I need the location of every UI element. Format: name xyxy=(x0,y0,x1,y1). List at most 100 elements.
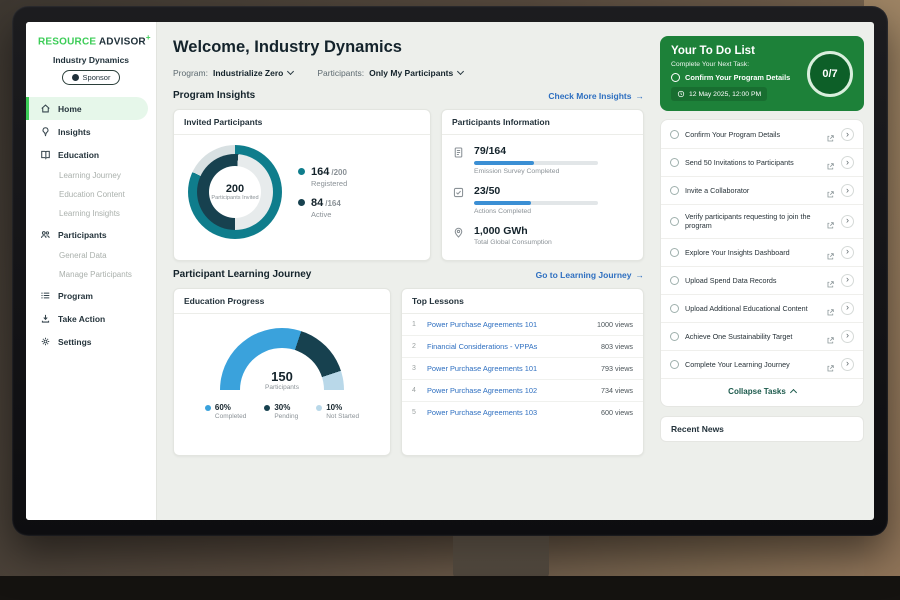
sidebar-item-program[interactable]: Program xyxy=(26,284,156,307)
donut-center-label: Participants Invited xyxy=(211,195,258,202)
chevron-right-icon[interactable]: › xyxy=(841,184,854,197)
lesson-title-link[interactable]: Power Purchase Agreements 101 xyxy=(427,364,593,373)
sidebar-item-take-action[interactable]: Take Action xyxy=(26,307,156,330)
external-link-icon xyxy=(826,130,835,139)
task-row-upload-spend-data[interactable]: Upload Spend Data Records › xyxy=(661,267,863,295)
external-link-icon xyxy=(826,276,835,285)
program-filter-dropdown[interactable]: Program: Industrialize Zero xyxy=(173,68,293,78)
invited-donut-chart: 200 Participants Invited xyxy=(188,145,282,239)
task-row-confirm-program[interactable]: Confirm Your Program Details › xyxy=(661,121,863,149)
sidebar-item-education[interactable]: Education xyxy=(26,143,156,166)
sidebar-item-insights[interactable]: Insights xyxy=(26,120,156,143)
sidebar-item-learning-journey[interactable]: Learning Journey xyxy=(26,166,156,185)
stat-value: 79/164 xyxy=(474,145,598,157)
task-row-achieve-target[interactable]: Achieve One Sustainability Target › xyxy=(661,323,863,351)
lesson-title-link[interactable]: Financial Considerations - VPPAs xyxy=(427,342,593,351)
sidebar-item-label: Settings xyxy=(58,337,92,347)
card-title: Education Progress xyxy=(174,289,390,314)
task-label: Upload Spend Data Records xyxy=(685,276,820,285)
checkbox-icon[interactable] xyxy=(670,304,679,313)
legend-item-completed: 60% Completed xyxy=(205,403,246,420)
page-title: Welcome, Industry Dynamics xyxy=(173,38,644,57)
chevron-right-icon[interactable]: › xyxy=(841,302,854,315)
legend-dot xyxy=(205,405,211,411)
chevron-right-icon[interactable]: › xyxy=(841,358,854,371)
lesson-row: 5 Power Purchase Agreements 103 600 view… xyxy=(402,402,643,423)
legend-item-registered: 164 /200 Registered xyxy=(298,166,347,188)
task-label: Verify participants requesting to join t… xyxy=(685,212,820,231)
checklist-icon xyxy=(452,186,465,200)
card-title: Top Lessons xyxy=(402,289,643,314)
go-to-learning-journey-link[interactable]: Go to Learning Journey → xyxy=(536,270,644,280)
chevron-right-icon[interactable]: › xyxy=(841,128,854,141)
checkbox-icon[interactable] xyxy=(670,130,679,139)
task-row-complete-learning-journey[interactable]: Complete Your Learning Journey › xyxy=(661,351,863,379)
task-row-invite-collaborator[interactable]: Invite a Collaborator › xyxy=(661,177,863,205)
legend-dot xyxy=(264,405,270,411)
check-more-insights-link[interactable]: Check More Insights → xyxy=(548,91,644,101)
sidebar-item-general-data[interactable]: General Data xyxy=(26,246,156,265)
participants-information-card: Participants Information 79/164 Emission… xyxy=(441,109,644,261)
home-icon xyxy=(40,103,51,114)
legend-label: Pending xyxy=(274,413,298,420)
legend-label: Active xyxy=(311,210,347,219)
checkbox-icon[interactable] xyxy=(671,73,680,82)
task-row-send-invitations[interactable]: Send 50 Invitations to Participants › xyxy=(661,149,863,177)
checkbox-icon[interactable] xyxy=(670,158,679,167)
legend-pct: 10% xyxy=(326,403,342,412)
lesson-views: 803 views xyxy=(601,342,633,351)
legend-label: Registered xyxy=(311,179,347,188)
lesson-row: 3 Power Purchase Agreements 101 793 view… xyxy=(402,358,643,380)
chevron-right-icon[interactable]: › xyxy=(841,246,854,259)
location-pin-icon xyxy=(452,226,465,240)
brand-logo[interactable]: RESOURCE ADVISOR+ xyxy=(26,22,156,52)
lesson-rank: 5 xyxy=(412,409,419,416)
top-lessons-card: Top Lessons 1 Power Purchase Agreements … xyxy=(401,288,644,456)
chevron-right-icon[interactable]: › xyxy=(841,156,854,169)
sidebar-item-learning-insights[interactable]: Learning Insights xyxy=(26,204,156,223)
filter-label: Program: xyxy=(173,68,208,78)
sidebar-item-home[interactable]: Home xyxy=(26,97,148,120)
sponsor-label: Sponsor xyxy=(83,73,111,82)
task-row-upload-educational-content[interactable]: Upload Additional Educational Content › xyxy=(661,295,863,323)
lesson-title-link[interactable]: Power Purchase Agreements 101 xyxy=(427,320,589,329)
lesson-views: 600 views xyxy=(601,408,633,417)
sidebar-item-participants[interactable]: Participants xyxy=(26,223,156,246)
checkbox-icon[interactable] xyxy=(670,217,679,226)
card-title: Invited Participants xyxy=(174,110,430,135)
lesson-title-link[interactable]: Power Purchase Agreements 102 xyxy=(427,386,593,395)
todo-due-label: 12 May 2025, 12:00 PM xyxy=(689,91,761,98)
task-row-explore-insights[interactable]: Explore Your Insights Dashboard › xyxy=(661,239,863,267)
chevron-right-icon[interactable]: › xyxy=(841,330,854,343)
checkbox-icon[interactable] xyxy=(670,332,679,341)
learning-journey-header: Participant Learning Journey Go to Learn… xyxy=(173,269,644,280)
checkbox-icon[interactable] xyxy=(670,248,679,257)
lesson-rank: 4 xyxy=(412,387,419,394)
checkbox-icon[interactable] xyxy=(670,360,679,369)
link-label: Go to Learning Journey xyxy=(536,270,632,280)
lesson-row: 1 Power Purchase Agreements 101 1000 vie… xyxy=(402,314,643,336)
recent-news-header[interactable]: Recent News xyxy=(660,416,864,442)
stat-actions-completed: 23/50 Actions Completed xyxy=(452,185,633,215)
participants-filter-dropdown[interactable]: Participants: Only My Participants xyxy=(317,68,463,78)
arrow-right-icon: → xyxy=(636,270,645,280)
checkbox-icon[interactable] xyxy=(670,186,679,195)
gauge-center: 150 Participants xyxy=(220,370,344,391)
todo-next-task[interactable]: Confirm Your Program Details xyxy=(671,73,806,82)
chevron-right-icon[interactable]: › xyxy=(841,274,854,287)
sidebar-item-manage-participants[interactable]: Manage Participants xyxy=(26,265,156,284)
stat-consumption: 1,000 GWh Total Global Consumption xyxy=(452,225,633,246)
stat-label: Total Global Consumption xyxy=(474,239,552,246)
sidebar-item-label: Education Content xyxy=(59,190,125,199)
checkbox-icon[interactable] xyxy=(670,276,679,285)
task-label: Send 50 Invitations to Participants xyxy=(685,158,820,167)
collapse-tasks-button[interactable]: Collapse Tasks xyxy=(661,379,863,405)
task-row-verify-participants[interactable]: Verify participants requesting to join t… xyxy=(661,205,863,239)
chevron-right-icon[interactable]: › xyxy=(841,215,854,228)
education-gauge-chart: 150 Participants xyxy=(220,328,344,391)
download-icon xyxy=(40,313,51,324)
sidebar-item-settings[interactable]: Settings xyxy=(26,330,156,353)
lesson-title-link[interactable]: Power Purchase Agreements 103 xyxy=(427,408,593,417)
book-icon xyxy=(40,149,51,160)
sidebar-item-education-content[interactable]: Education Content xyxy=(26,185,156,204)
